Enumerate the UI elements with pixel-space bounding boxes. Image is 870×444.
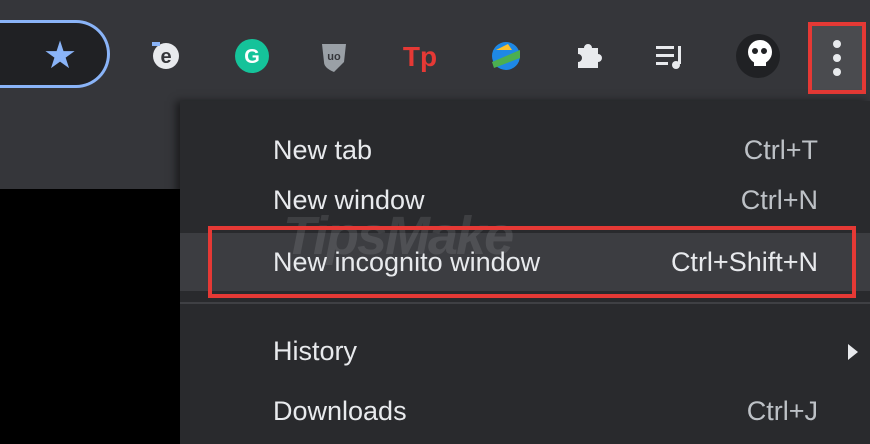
menu-item-label: Downloads [273,396,407,426]
tp-extension-icon[interactable]: Tp [400,36,440,76]
svg-text:G: G [244,46,260,68]
svg-text:Tp: Tp [403,41,437,72]
menu-item-label: History [273,336,358,366]
star-icon[interactable]: ★ [40,36,80,76]
svg-text:e: e [160,46,171,68]
menu-item-shortcut: Ctrl+T [743,135,818,165]
idm-extension-icon[interactable] [486,36,526,76]
submenu-arrow-icon [848,344,858,360]
highlight-box [208,226,856,298]
three-dots-icon [832,40,842,82]
ublock-origin-extension-icon[interactable]: uo [314,36,354,76]
ie-tab-extension-icon[interactable]: e [146,36,186,76]
menu-button[interactable] [808,22,866,94]
browser-toolbar: ★ e G uo Tp [0,0,870,101]
grammarly-extension-icon[interactable]: G [232,36,272,76]
tab-strip-area [0,101,180,189]
menu-item-shortcut: Ctrl+N [740,185,818,215]
media-control-icon[interactable] [650,36,690,76]
extensions-puzzle-icon[interactable] [568,36,608,76]
menu-item-history[interactable]: History [180,322,870,380]
menu-separator [180,302,870,304]
page-content [0,189,180,444]
profile-avatar-icon[interactable] [734,32,782,80]
menu-item-label: New tab [273,135,373,165]
menu-item-downloads[interactable]: Downloads Ctrl+J [180,382,870,440]
menu-item-shortcut: Ctrl+J [746,396,818,426]
svg-text:uo: uo [327,51,341,63]
